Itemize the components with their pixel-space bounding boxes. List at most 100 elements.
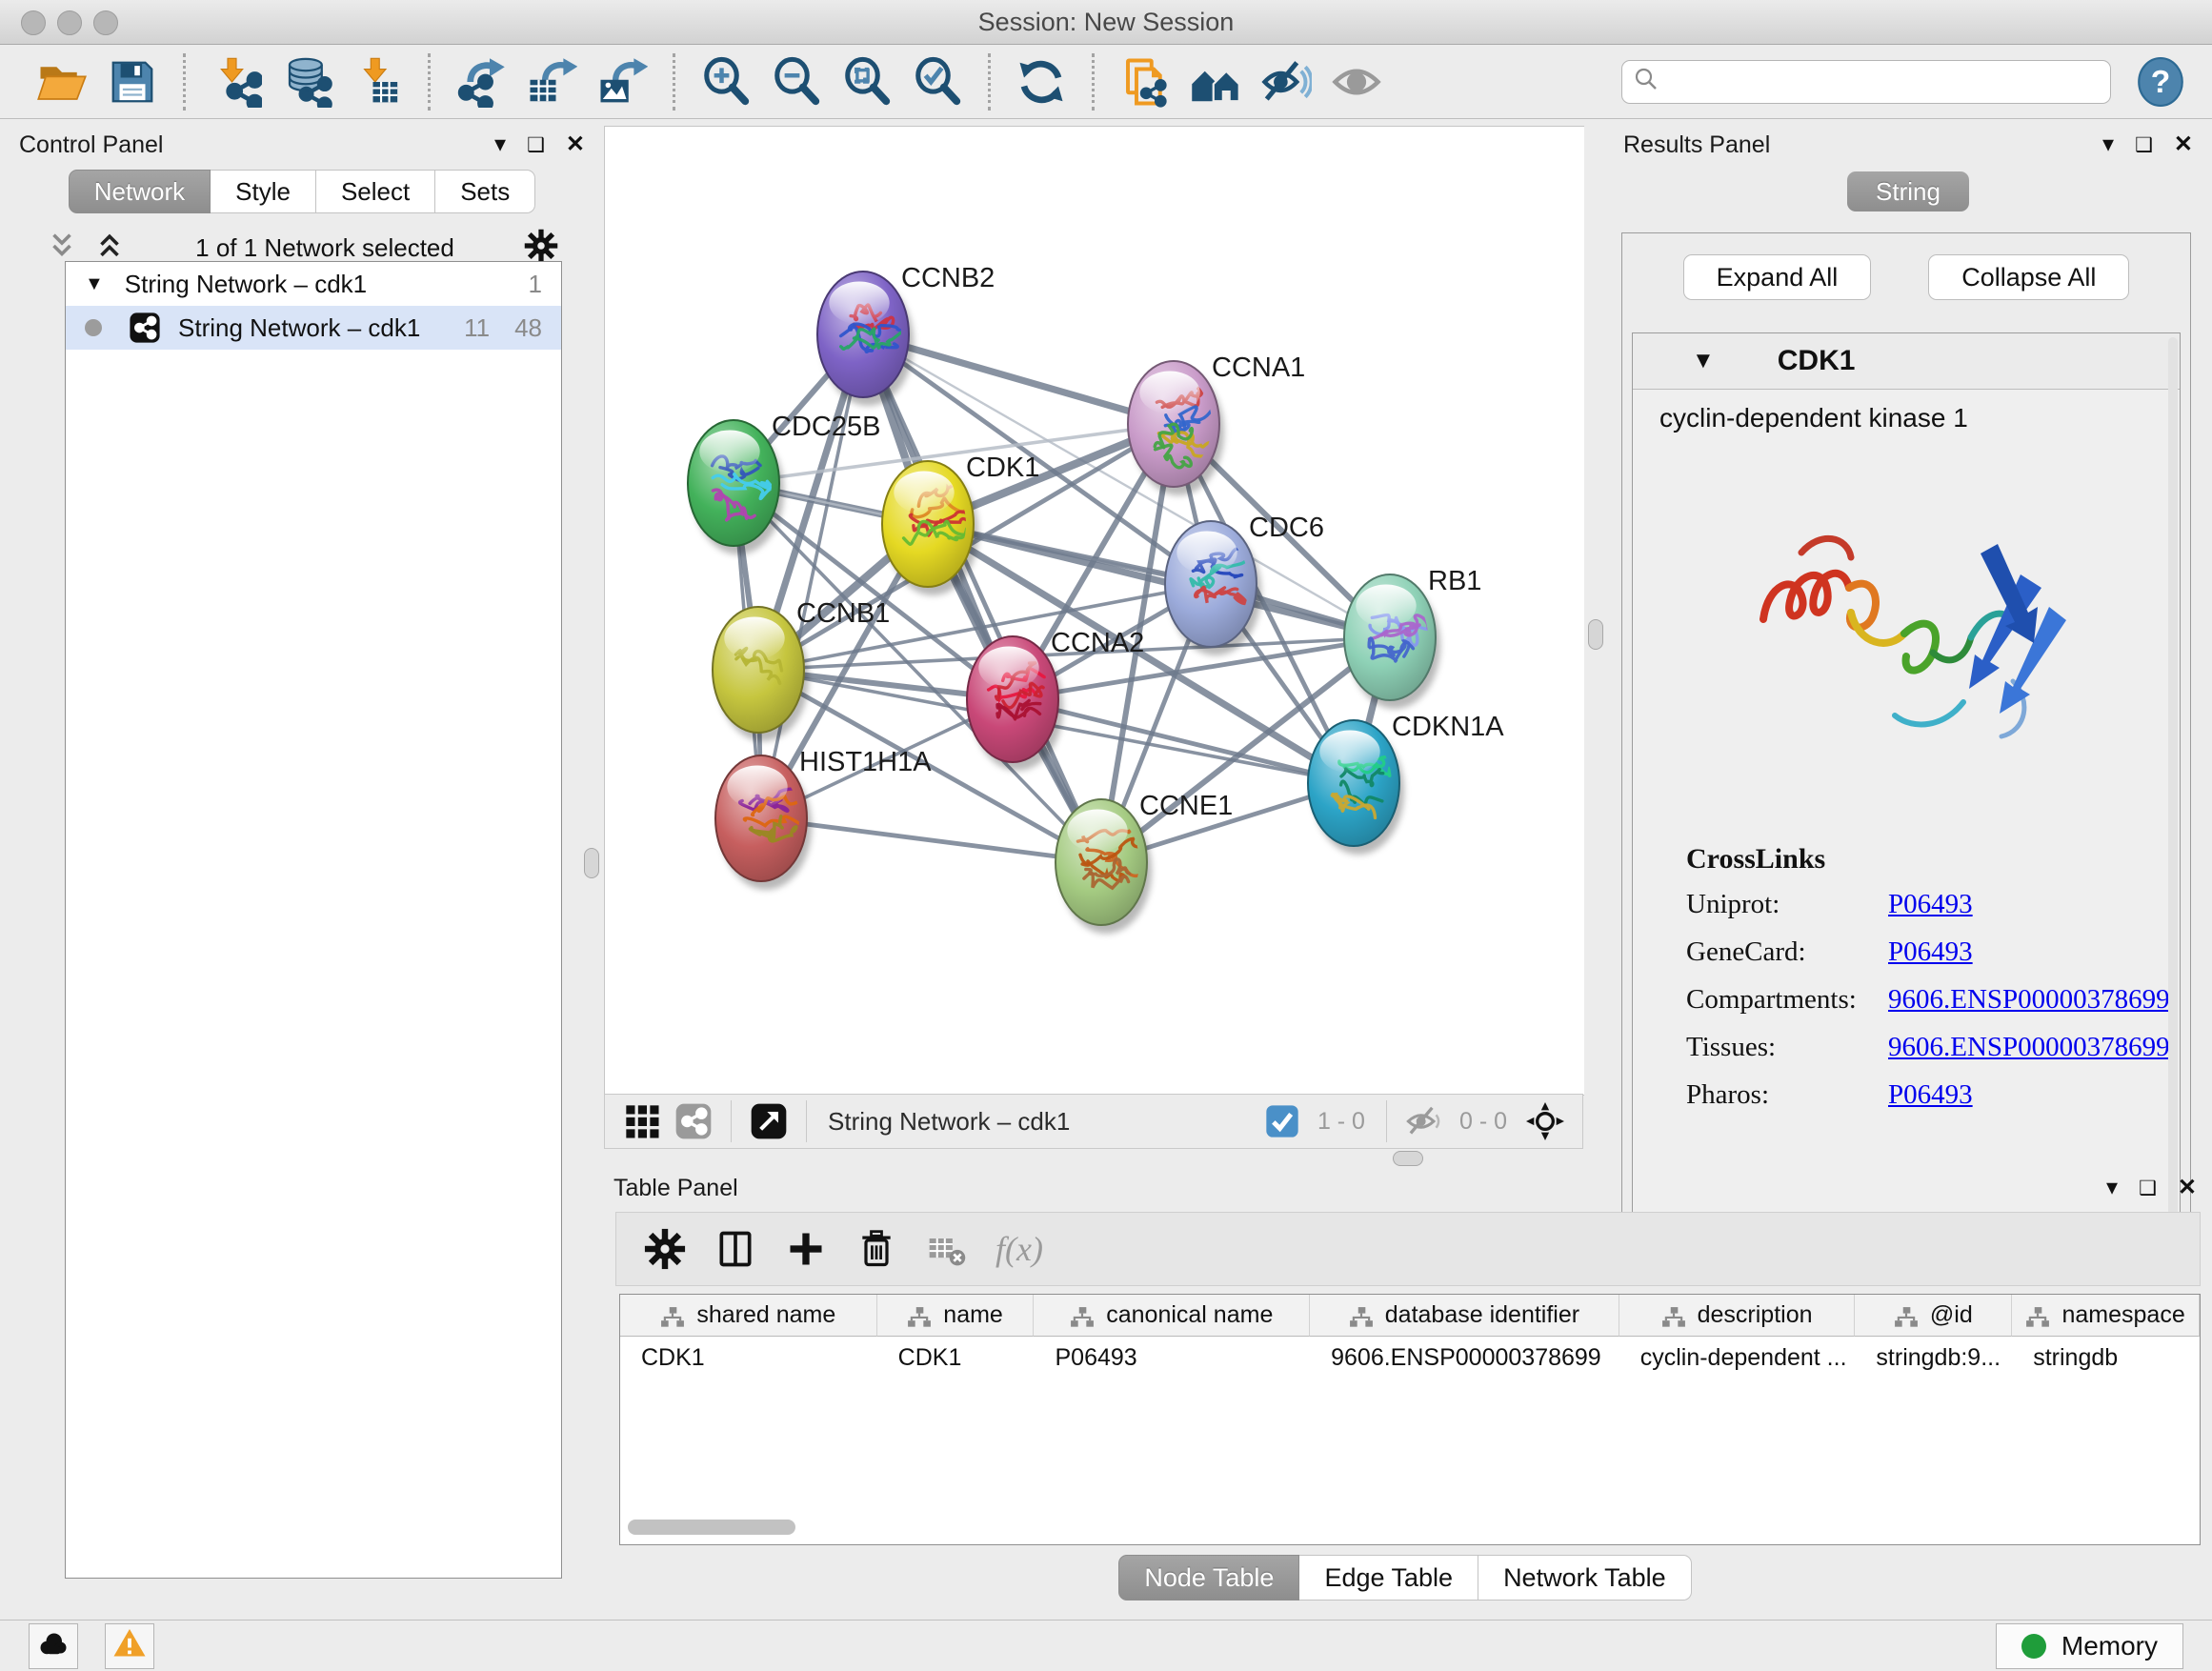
import-network-file-icon[interactable] <box>207 52 266 111</box>
tab-node-table[interactable]: Node Table <box>1118 1555 1299 1601</box>
first-neighbors-icon[interactable] <box>1186 52 1245 111</box>
table-row[interactable]: CDK1CDK1P064939606.ENSP00000378699cyclin… <box>620 1337 2200 1379</box>
protein-structure-image <box>1633 462 2180 786</box>
zoom-selected-icon[interactable] <box>908 52 967 111</box>
toolbar-search-field[interactable] <box>1621 60 2111 104</box>
crosslink-link[interactable]: P06493 <box>1888 936 1973 968</box>
node-CCNA1[interactable]: CCNA1 <box>1128 352 1305 495</box>
clone-network-icon[interactable] <box>1116 52 1175 111</box>
zoom-in-icon[interactable] <box>696 52 755 111</box>
table-hscrollbar-thumb[interactable] <box>628 1520 795 1535</box>
horizontal-splitter-handle[interactable] <box>1393 1151 1423 1166</box>
crosslink-link[interactable]: 9606.ENSP00000378699 <box>1888 1032 2170 1063</box>
control-panel-float-icon[interactable]: ❑ <box>527 135 545 155</box>
column-header-canonical-name[interactable]: canonical name <box>1034 1295 1310 1337</box>
crosslinks-rows: Uniprot: P06493 GeneCard: P06493 Compart… <box>1686 889 2180 1111</box>
node-CDC6[interactable]: CDC6 <box>1165 513 1324 655</box>
selected-checkbox[interactable] <box>1261 1100 1303 1142</box>
apply-layout-icon[interactable] <box>1012 52 1071 111</box>
detach-view-icon[interactable] <box>748 1100 790 1142</box>
export-table-icon[interactable] <box>522 52 581 111</box>
table-panel-menu-icon[interactable]: ▾ <box>2106 1177 2118 1199</box>
table-cell: cyclin-dependent ... <box>1619 1337 1856 1379</box>
network-graph[interactable]: CCNB2 CCNA1 CDC25B CDK1 CDC6 <box>605 127 1584 1095</box>
birdseye-grid-icon[interactable] <box>621 1100 663 1142</box>
status-bar: Memory <box>0 1620 2212 1671</box>
tab-network-table[interactable]: Network Table <box>1478 1555 1692 1601</box>
crosslink-link[interactable]: 9606.ENSP00000378699 <box>1888 984 2170 1016</box>
split-columns-icon[interactable] <box>711 1224 760 1274</box>
node-HIST1H1A[interactable]: HIST1H1A <box>715 747 932 890</box>
tab-string[interactable]: String <box>1847 171 1969 211</box>
open-session-icon[interactable] <box>32 52 91 111</box>
table-settings-icon[interactable] <box>640 1224 690 1274</box>
column-header-database-identifier[interactable]: database identifier <box>1310 1295 1619 1337</box>
node-CCNB1[interactable]: CCNB1 <box>713 598 890 741</box>
tab-sets[interactable]: Sets <box>435 170 535 213</box>
table-panel-float-icon[interactable]: ❑ <box>2139 1178 2157 1198</box>
import-table-file-icon[interactable] <box>348 52 407 111</box>
crosslink-label: Compartments: <box>1686 984 1888 1016</box>
tab-select[interactable]: Select <box>316 170 435 213</box>
string-app-icon <box>129 312 161 344</box>
protein-collapse-icon[interactable]: ▼ <box>1692 348 1715 374</box>
help-icon[interactable]: ? <box>2136 57 2185 107</box>
main-toolbar: ? <box>0 45 2212 119</box>
fit-selected-target-icon[interactable] <box>1524 1100 1566 1142</box>
zoom-fit-icon[interactable] <box>837 52 896 111</box>
crosslink-label: GeneCard: <box>1686 936 1888 968</box>
network-canvas[interactable]: CCNB2 CCNA1 CDC25B CDK1 CDC6 <box>604 126 1584 1096</box>
application-window: Session: New Session ? Control Panel ▾ ❑… <box>0 0 2212 1671</box>
crosslink-link[interactable]: P06493 <box>1888 889 1973 920</box>
tab-network[interactable]: Network <box>69 170 211 213</box>
hide-selected-icon[interactable] <box>1257 52 1316 111</box>
network-edge-count: 48 <box>514 313 542 343</box>
network-collection-row[interactable]: ▼ String Network – cdk1 1 <box>66 262 561 306</box>
node-CDKN1A[interactable]: CDKN1A <box>1308 712 1504 855</box>
results-scrollbar[interactable] <box>2168 337 2178 1219</box>
zoom-out-icon[interactable] <box>767 52 826 111</box>
results-panel-float-icon[interactable]: ❑ <box>2135 135 2153 155</box>
left-splitter-handle[interactable] <box>584 848 599 878</box>
column-header-shared-name[interactable]: shared name <box>620 1295 877 1337</box>
protein-card-header[interactable]: ▼ CDK1 <box>1633 333 2180 390</box>
right-splitter-handle[interactable] <box>1588 619 1603 650</box>
import-network-database-icon[interactable] <box>277 52 336 111</box>
add-column-icon[interactable] <box>781 1224 831 1274</box>
node-RB1[interactable]: RB1 <box>1344 566 1481 709</box>
save-session-icon[interactable] <box>103 52 162 111</box>
network-tree: ▼ String Network – cdk1 1 String Network… <box>65 261 562 1579</box>
tab-style[interactable]: Style <box>211 170 316 213</box>
export-network-icon[interactable] <box>452 52 511 111</box>
node-CCNB2[interactable]: CCNB2 <box>817 263 995 406</box>
column-header-name[interactable]: name <box>877 1295 1035 1337</box>
expand-all-button[interactable]: Expand All <box>1683 254 1872 300</box>
table-panel-close-icon[interactable]: ✕ <box>2178 1177 2197 1199</box>
table-cell: P06493 <box>1034 1337 1310 1379</box>
warnings-button[interactable] <box>105 1623 154 1669</box>
crosslink-link[interactable]: P06493 <box>1888 1079 1973 1111</box>
memory-button[interactable]: Memory <box>1996 1623 2183 1669</box>
column-header-namespace[interactable]: namespace <box>2012 1295 2200 1337</box>
crosslink-row: Uniprot: P06493 <box>1686 889 2180 920</box>
results-panel-close-icon[interactable]: ✕ <box>2174 133 2193 156</box>
tab-edge-table[interactable]: Edge Table <box>1299 1555 1478 1601</box>
network-selected-text: 1 of 1 Network selected <box>126 233 524 263</box>
control-panel-menu-icon[interactable]: ▾ <box>494 133 506 156</box>
search-input[interactable] <box>1668 68 2101 96</box>
export-image-icon[interactable] <box>593 52 652 111</box>
node-CCNE1[interactable]: CCNE1 <box>1056 791 1233 934</box>
column-header-label: namespace <box>2061 1301 2184 1329</box>
collapse-all-button[interactable]: Collapse All <box>1928 254 2129 300</box>
network-row[interactable]: String Network – cdk1 11 48 <box>66 306 561 350</box>
birdseye-share-icon[interactable] <box>673 1100 714 1142</box>
cloud-status-button[interactable] <box>29 1623 78 1669</box>
collection-expand-icon[interactable]: ▼ <box>85 273 104 295</box>
delete-column-icon[interactable] <box>852 1224 901 1274</box>
column-header-@id[interactable]: @id <box>1855 1295 2012 1337</box>
control-panel-close-icon[interactable]: ✕ <box>566 133 585 156</box>
function-builder-button: f(x) <box>995 1229 1043 1269</box>
column-header-description[interactable]: description <box>1619 1295 1856 1337</box>
memory-status-dot <box>2021 1634 2046 1659</box>
results-panel-menu-icon[interactable]: ▾ <box>2102 133 2114 156</box>
